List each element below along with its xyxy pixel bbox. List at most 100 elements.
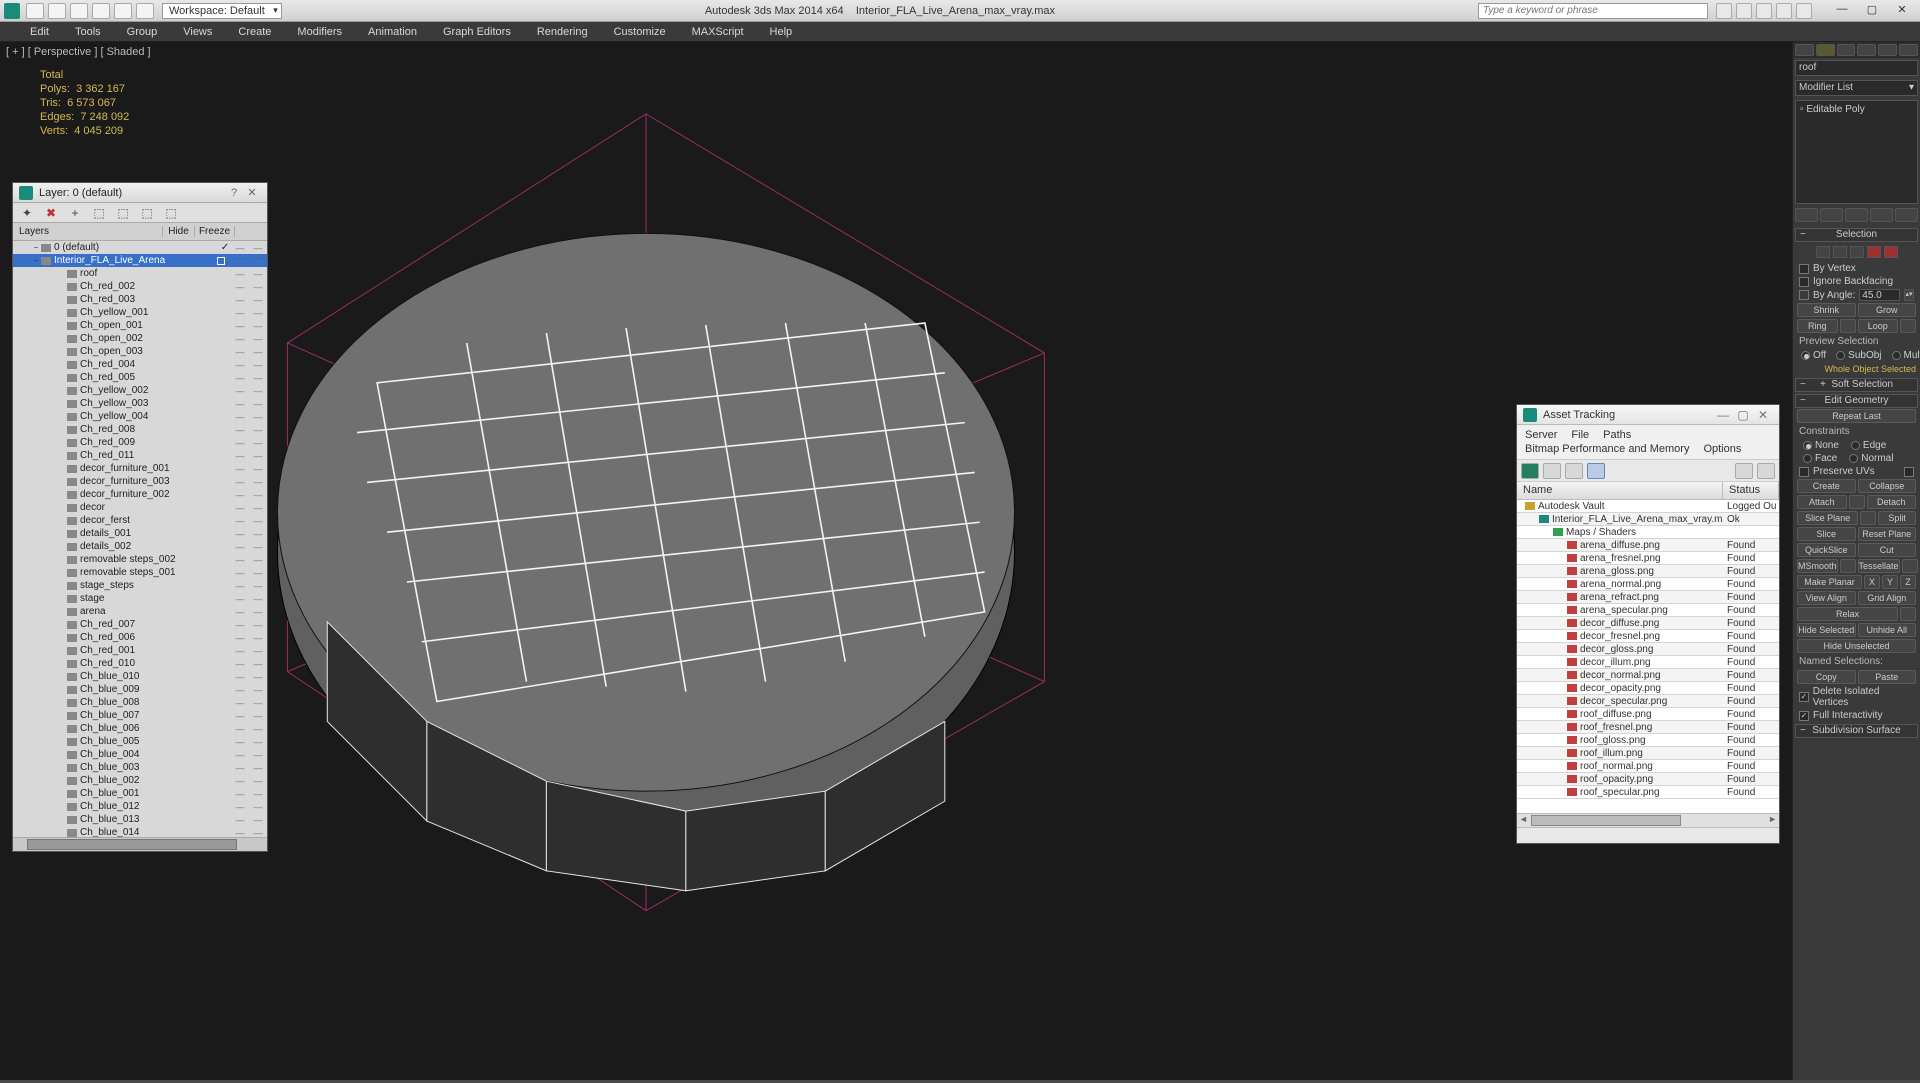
ring-spinner-icon[interactable] [1840, 319, 1856, 333]
asset-menu-file[interactable]: File [1571, 429, 1589, 441]
layer-freeze-toggle[interactable]: — [249, 334, 267, 344]
asset-row[interactable]: arena_diffuse.pngFound [1517, 539, 1779, 552]
close-button[interactable]: ✕ [1888, 3, 1916, 19]
layer-hide-toggle[interactable]: — [231, 373, 249, 383]
layer-hide-toggle[interactable]: — [231, 477, 249, 487]
loop-spinner-icon[interactable] [1900, 319, 1916, 333]
layer-freeze-toggle[interactable]: — [249, 295, 267, 305]
layer-hide-icon[interactable]: ⬚ [139, 206, 155, 220]
layer-hide-toggle[interactable]: — [231, 607, 249, 617]
layer-color-swatch[interactable] [217, 257, 225, 265]
layer-row[interactable]: Ch_blue_013—— [13, 813, 267, 826]
layer-row[interactable]: decor_furniture_002—— [13, 488, 267, 501]
layer-hide-toggle[interactable]: — [231, 698, 249, 708]
viewport-label[interactable]: [ + ] [ Perspective ] [ Shaded ] [6, 46, 151, 58]
layer-hide-toggle[interactable]: — [231, 802, 249, 812]
layer-row[interactable]: Ch_yellow_004—— [13, 410, 267, 423]
redo-icon[interactable] [114, 3, 132, 19]
layer-hide-toggle[interactable]: — [231, 711, 249, 721]
layer-row[interactable]: Ch_open_003—— [13, 345, 267, 358]
favorite-icon[interactable] [1776, 3, 1792, 19]
asset-filter-icon[interactable] [1735, 463, 1753, 479]
layer-freeze-toggle[interactable]: — [249, 711, 267, 721]
delete-isolated-checkbox[interactable]: ✓Delete Isolated Vertices [1793, 685, 1920, 709]
layer-hide-toggle[interactable]: — [231, 789, 249, 799]
layer-freeze-toggle[interactable]: — [249, 828, 267, 838]
layer-row[interactable]: −Interior_FLA_Live_Arena—— [13, 254, 267, 267]
asset-menu-paths[interactable]: Paths [1603, 429, 1631, 441]
layer-row[interactable]: Ch_red_010—— [13, 657, 267, 670]
layer-hide-toggle[interactable]: — [231, 750, 249, 760]
layer-add-icon[interactable]: + [67, 206, 83, 220]
layer-row[interactable]: Ch_blue_010—— [13, 670, 267, 683]
minimize-button[interactable]: — [1828, 3, 1856, 19]
layer-freeze-toggle[interactable]: — [249, 724, 267, 734]
layer-hide-toggle[interactable]: — [231, 334, 249, 344]
layer-row[interactable]: Ch_yellow_002—— [13, 384, 267, 397]
asset-minimize-icon[interactable]: — [1713, 408, 1733, 422]
command-panel[interactable]: roof Modifier List▾ ▫ Editable Poly Sele… [1792, 42, 1920, 1080]
layer-hide-toggle[interactable]: — [231, 503, 249, 513]
menu-group[interactable]: Group [127, 26, 158, 38]
app-icon[interactable] [4, 3, 20, 19]
menu-customize[interactable]: Customize [614, 26, 666, 38]
layer-select-icon[interactable]: ⬚ [91, 206, 107, 220]
modify-tab-icon[interactable] [1816, 44, 1835, 56]
exchange-icon[interactable] [1756, 3, 1772, 19]
hierarchy-tab-icon[interactable] [1837, 44, 1856, 56]
layer-row[interactable]: Ch_red_001—— [13, 644, 267, 657]
soft-selection-rollout-header[interactable]: + Soft Selection [1795, 378, 1918, 392]
layer-hide-toggle[interactable]: — [231, 243, 249, 253]
layer-hide-toggle[interactable]: — [231, 308, 249, 318]
asset-close-icon[interactable]: ✕ [1753, 408, 1773, 422]
utilities-tab-icon[interactable] [1899, 44, 1918, 56]
view-align-button[interactable]: View Align [1797, 591, 1856, 605]
stack-item[interactable]: ▫ Editable Poly [1800, 103, 1913, 116]
menu-animation[interactable]: Animation [368, 26, 417, 38]
menu-create[interactable]: Create [238, 26, 271, 38]
planar-y-button[interactable]: Y [1882, 575, 1898, 589]
layer-hide-toggle[interactable]: — [231, 425, 249, 435]
layer-row[interactable]: arena—— [13, 605, 267, 618]
layer-freeze-toggle[interactable]: — [249, 620, 267, 630]
layer-freeze-toggle[interactable]: — [249, 594, 267, 604]
layer-row[interactable]: Ch_open_001—— [13, 319, 267, 332]
layer-row[interactable]: Ch_blue_014—— [13, 826, 267, 837]
layer-row[interactable]: stage—— [13, 592, 267, 605]
layer-panel-header[interactable]: Layer: 0 (default) ? ✕ [13, 183, 267, 203]
layer-hide-toggle[interactable]: — [231, 542, 249, 552]
layer-freeze-toggle[interactable]: — [249, 568, 267, 578]
asset-row[interactable]: Interior_FLA_Live_Arena_max_vray.maxOk [1517, 513, 1779, 526]
layer-freeze-toggle[interactable]: — [249, 386, 267, 396]
layer-hide-toggle[interactable]: — [231, 828, 249, 838]
element-subobj-icon[interactable] [1884, 246, 1898, 258]
asset-maximize-icon[interactable]: ▢ [1733, 408, 1753, 422]
layer-row[interactable]: Ch_blue_007—— [13, 709, 267, 722]
constraint-face-radio[interactable]: Face [1801, 453, 1839, 464]
asset-row[interactable]: decor_normal.pngFound [1517, 669, 1779, 682]
asset-tracking-panel[interactable]: Asset Tracking — ▢ ✕ ServerFilePathsBitm… [1516, 404, 1780, 844]
layer-freeze-toggle[interactable]: — [249, 581, 267, 591]
msmooth-settings-icon[interactable] [1840, 559, 1856, 573]
layer-freeze-toggle[interactable]: — [249, 477, 267, 487]
asset-view1-icon[interactable] [1543, 463, 1561, 479]
search-input[interactable] [1478, 3, 1708, 19]
asset-menu-bitmap-performance-and-memory[interactable]: Bitmap Performance and Memory [1525, 443, 1689, 455]
layer-row[interactable]: Ch_yellow_001—— [13, 306, 267, 319]
asset-col-name[interactable]: Name [1517, 482, 1723, 499]
subdivision-rollout-header[interactable]: Subdivision Surface [1795, 724, 1918, 738]
layer-row[interactable]: Ch_red_008—— [13, 423, 267, 436]
layer-row[interactable]: Ch_blue_005—— [13, 735, 267, 748]
layer-freeze-toggle[interactable]: — [249, 776, 267, 786]
layer-hide-toggle[interactable]: — [231, 633, 249, 643]
slice-plane-button[interactable]: Slice Plane [1797, 511, 1858, 525]
split-checkbox[interactable] [1860, 511, 1876, 525]
layer-freeze-toggle[interactable]: — [249, 373, 267, 383]
asset-row[interactable]: decor_opacity.pngFound [1517, 682, 1779, 695]
layer-freeze-toggle[interactable]: — [249, 802, 267, 812]
detach-button[interactable]: Detach [1867, 495, 1917, 509]
edit-geometry-rollout-header[interactable]: Edit Geometry [1795, 394, 1918, 408]
layer-hide-toggle[interactable]: — [231, 256, 249, 266]
relax-settings-icon[interactable] [1900, 607, 1916, 621]
asset-row[interactable]: roof_fresnel.pngFound [1517, 721, 1779, 734]
